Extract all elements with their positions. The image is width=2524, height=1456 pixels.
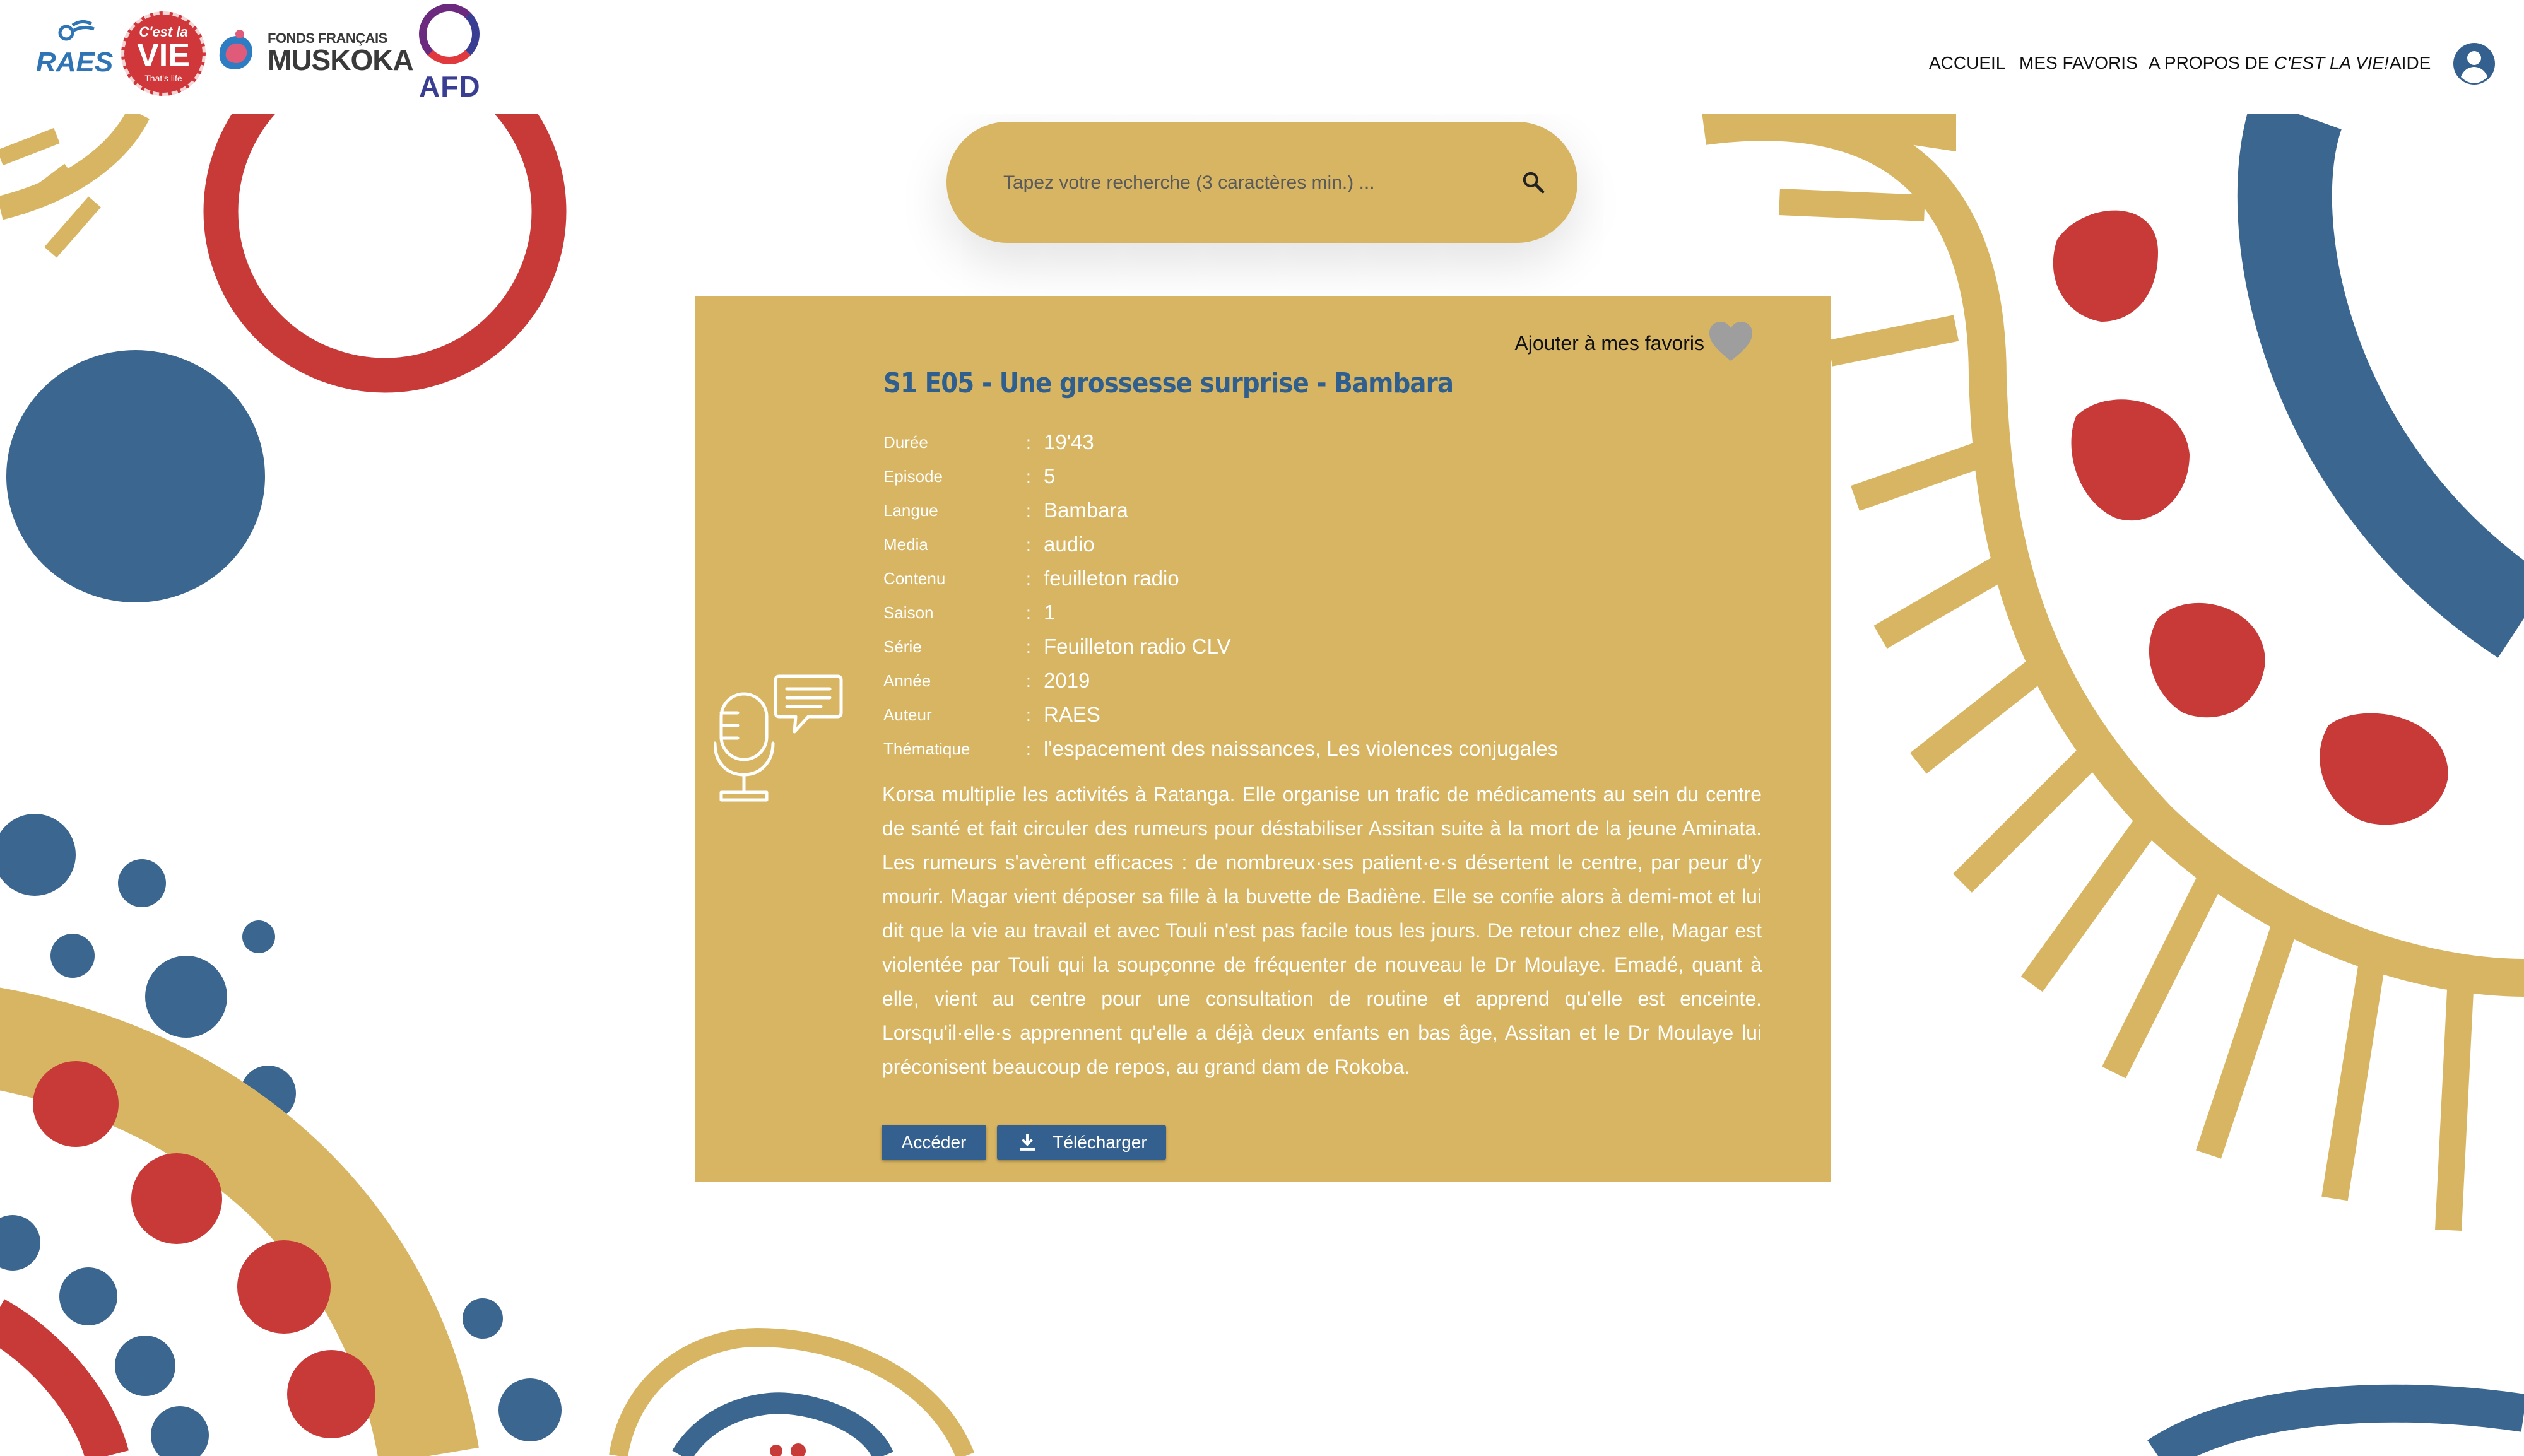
- access-button-label: Accéder: [901, 1132, 967, 1152]
- meta-key: Auteur: [883, 705, 932, 724]
- search-icon[interactable]: [1521, 170, 1546, 195]
- meta-key: Thématique: [883, 739, 970, 758]
- cest-la-vie-logo-sub: That's life: [144, 73, 182, 83]
- raes-logo-text: RAES: [36, 47, 114, 78]
- meta-separator: :: [1026, 637, 1031, 657]
- meta-value: Feuilleton radio CLV: [1044, 635, 1231, 658]
- meta-separator: :: [1026, 739, 1031, 759]
- episode-description: Korsa multiplie les activités à Ratanga.…: [882, 783, 1762, 1078]
- nav-help[interactable]: AIDE: [2390, 53, 2431, 73]
- meta-key: Année: [883, 671, 931, 690]
- meta-key: Durée: [883, 433, 928, 452]
- meta-value: l'espacement des naissances, Les violenc…: [1044, 737, 1559, 760]
- access-button[interactable]: Accéder: [882, 1125, 986, 1160]
- meta-key: Saison: [883, 603, 934, 622]
- user-circle-icon[interactable]: [2452, 42, 2496, 86]
- microphone-speech-icon: [714, 674, 843, 802]
- muskoka-symbol-icon: [219, 30, 253, 69]
- meta-value: audio: [1044, 532, 1095, 556]
- cest-la-vie-logo-main: VIE: [137, 37, 190, 74]
- search-input[interactable]: [1002, 165, 1484, 201]
- meta-key: Contenu: [883, 569, 946, 588]
- meta-value: 2019: [1044, 669, 1090, 692]
- meta-value: RAES: [1044, 703, 1100, 726]
- muskoka-logo[interactable]: FONDS FRANÇAIS MUSKOKA: [213, 24, 414, 76]
- meta-separator: :: [1026, 467, 1031, 486]
- raes-logo[interactable]: RAES: [35, 19, 117, 82]
- meta-value: 19'43: [1044, 430, 1094, 454]
- meta-key: Série: [883, 637, 922, 656]
- meta-separator: :: [1026, 501, 1031, 520]
- meta-separator: :: [1026, 603, 1031, 623]
- meta-separator: :: [1026, 535, 1031, 555]
- raes-swirl-icon: [58, 20, 95, 41]
- download-button-label: Télécharger: [1053, 1132, 1147, 1152]
- download-button[interactable]: Télécharger: [997, 1125, 1166, 1160]
- site-header: RAES C'est la VIE That's life FONDS FRAN…: [0, 0, 2524, 114]
- meta-value: 5: [1044, 464, 1056, 488]
- nav-about-prefix: A PROPOS DE: [2149, 53, 2275, 73]
- muskoka-line2: MUSKOKA: [268, 44, 414, 76]
- afd-logo-text: AFD: [419, 70, 481, 103]
- afd-logo[interactable]: AFD: [416, 3, 487, 103]
- add-favorite-label[interactable]: Ajouter à mes favoris: [1514, 332, 1704, 355]
- meta-key: Episode: [883, 467, 943, 486]
- afd-ring-icon: [419, 4, 480, 64]
- meta-key: Langue: [883, 501, 938, 520]
- meta-value: feuilleton radio: [1044, 567, 1179, 590]
- meta-key: Media: [883, 535, 928, 554]
- nav-favorites[interactable]: MES FAVORIS: [2019, 53, 2138, 73]
- search-bar: [946, 122, 1578, 243]
- heart-icon[interactable]: [1708, 320, 1754, 363]
- nav-about[interactable]: A PROPOS DE C'EST LA VIE!: [2149, 53, 2389, 73]
- meta-separator: :: [1026, 433, 1031, 452]
- meta-value: 1: [1044, 601, 1056, 624]
- meta-value: Bambara: [1044, 498, 1128, 522]
- episode-card: Ajouter à mes favoris S1 E05 - Une gross…: [695, 296, 1831, 1182]
- meta-separator: :: [1026, 569, 1031, 589]
- nav-home[interactable]: ACCUEIL: [1929, 53, 2005, 73]
- episode-title: S1 E05 - Une grossesse surprise - Bambar…: [883, 367, 1454, 399]
- cest-la-vie-logo[interactable]: C'est la VIE That's life: [121, 11, 206, 96]
- nav-about-brand: C'EST LA VIE!: [2274, 53, 2389, 73]
- download-icon: [1020, 1134, 1035, 1151]
- meta-separator: :: [1026, 671, 1031, 691]
- meta-separator: :: [1026, 705, 1031, 725]
